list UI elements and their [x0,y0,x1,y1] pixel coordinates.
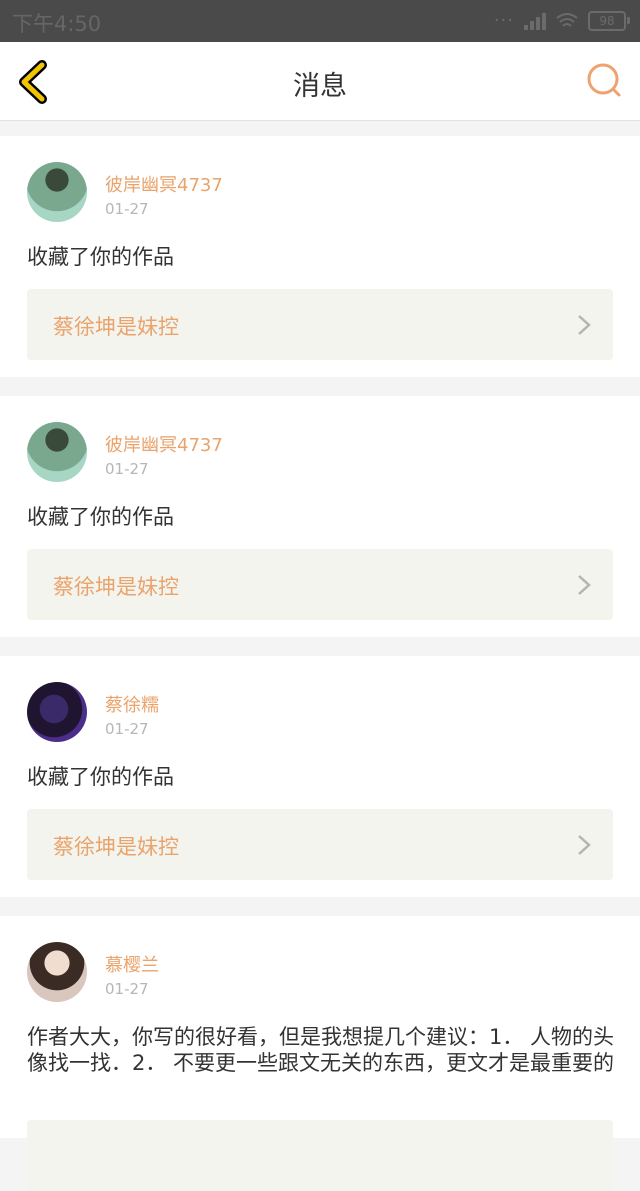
chevron-right-icon [578,835,591,855]
message-text: 作者大大，你写的很好看，但是我想提几个建议：1． 人物的头像找一找．2． 不要更… [27,1025,615,1075]
message-text: 收藏了你的作品 [27,765,174,789]
work-title: 蔡徐坤是妹控 [53,315,179,339]
message-text: 收藏了你的作品 [27,245,174,269]
battery-icon: 98 [588,10,630,31]
signal-bars-icon [524,12,546,30]
work-link[interactable]: 蔡徐坤是妹控 [27,549,613,620]
message-card: 慕樱兰 01-27 作者大大，你写的很好看，但是我想提几个建议：1． 人物的头像… [0,916,640,1191]
work-title: 蔡徐坤是妹控 [53,575,179,599]
message-date: 01-27 [105,720,149,738]
message-date: 01-27 [105,980,149,998]
message-card: 彼岸幽冥4737 01-27 收藏了你的作品 蔡徐坤是妹控 [0,396,640,637]
message-date: 01-27 [105,460,149,478]
wifi-icon [556,12,578,27]
header: 消息 [0,42,640,121]
work-link[interactable]: 蔡徐坤是妹控 [27,809,613,880]
work-link[interactable] [27,1120,613,1191]
message-text: 收藏了你的作品 [27,505,174,529]
message-date: 01-27 [105,200,149,218]
signal-dots-icon: ··· [493,10,514,31]
status-bar: 下午4:50 ··· 98 [0,0,640,42]
status-icons: ··· 98 [494,10,630,31]
message-card: 彼岸幽冥4737 01-27 收藏了你的作品 蔡徐坤是妹控 [0,136,640,377]
chevron-right-icon [578,315,591,335]
status-time: 下午4:50 [12,12,102,36]
page-title: 消息 [293,71,347,102]
username[interactable]: 彼岸幽冥4737 [105,431,223,457]
avatar[interactable] [27,682,87,742]
chevron-right-icon [578,575,591,595]
username[interactable]: 慕樱兰 [105,951,159,977]
username[interactable]: 彼岸幽冥4737 [105,171,223,197]
avatar[interactable] [27,422,87,482]
avatar[interactable] [27,162,87,222]
avatar[interactable] [27,942,87,1002]
battery-level: 98 [588,10,626,31]
message-card: 蔡徐糯 01-27 收藏了你的作品 蔡徐坤是妹控 [0,656,640,897]
username[interactable]: 蔡徐糯 [105,691,159,717]
search-icon[interactable] [586,62,622,98]
work-link[interactable]: 蔡徐坤是妹控 [27,289,613,360]
work-title: 蔡徐坤是妹控 [53,835,179,859]
